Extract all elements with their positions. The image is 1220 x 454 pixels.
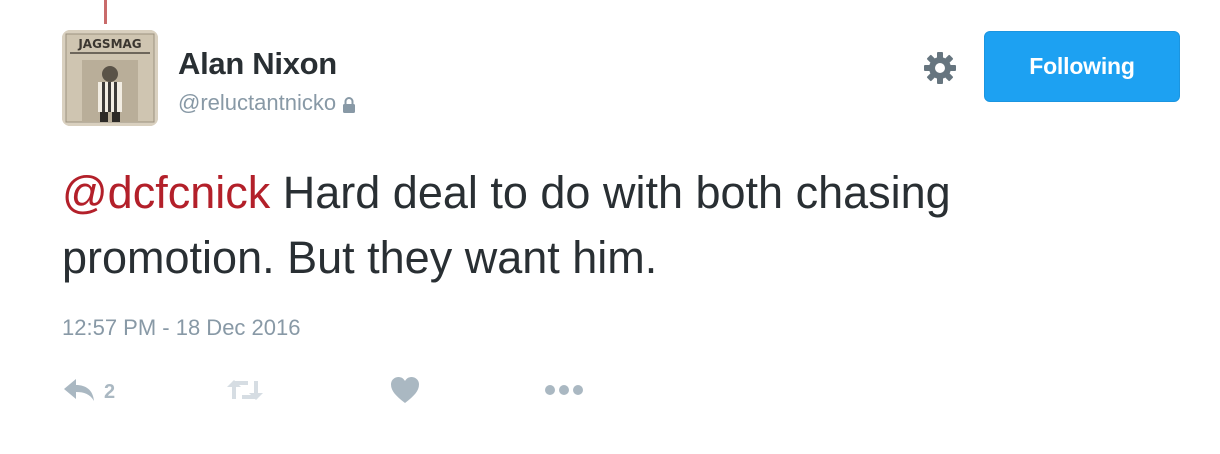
lock-icon bbox=[342, 94, 356, 113]
like-button[interactable] bbox=[390, 372, 420, 412]
more-icon bbox=[544, 383, 584, 401]
avatar-image: JAGSMAG bbox=[62, 30, 158, 126]
user-name[interactable]: Alan Nixon bbox=[178, 46, 337, 82]
reply-button[interactable]: 2 bbox=[62, 372, 115, 412]
avatar[interactable]: JAGSMAG bbox=[62, 30, 158, 126]
user-handle-row: @reluctantnicko bbox=[178, 90, 356, 116]
more-button[interactable] bbox=[544, 372, 584, 412]
user-handle[interactable]: @reluctantnicko bbox=[178, 90, 336, 116]
tweet-text: @dcfcnick Hard deal to do with both chas… bbox=[62, 160, 1162, 290]
retweet-button[interactable] bbox=[226, 372, 264, 412]
retweet-icon bbox=[226, 377, 264, 408]
mention-link[interactable]: @dcfcnick bbox=[62, 167, 270, 218]
following-button[interactable]: Following bbox=[984, 31, 1180, 102]
reply-icon bbox=[62, 377, 96, 408]
heart-icon bbox=[390, 376, 420, 409]
tweet-actions: 2 bbox=[62, 372, 662, 412]
reply-count: 2 bbox=[104, 380, 116, 403]
tweet-timestamp[interactable]: 12:57 PM - 18 Dec 2016 bbox=[62, 315, 300, 341]
thread-connector-line bbox=[104, 0, 107, 24]
avatar-logo-text: JAGSMAG bbox=[77, 37, 141, 51]
gear-icon[interactable] bbox=[922, 50, 958, 86]
